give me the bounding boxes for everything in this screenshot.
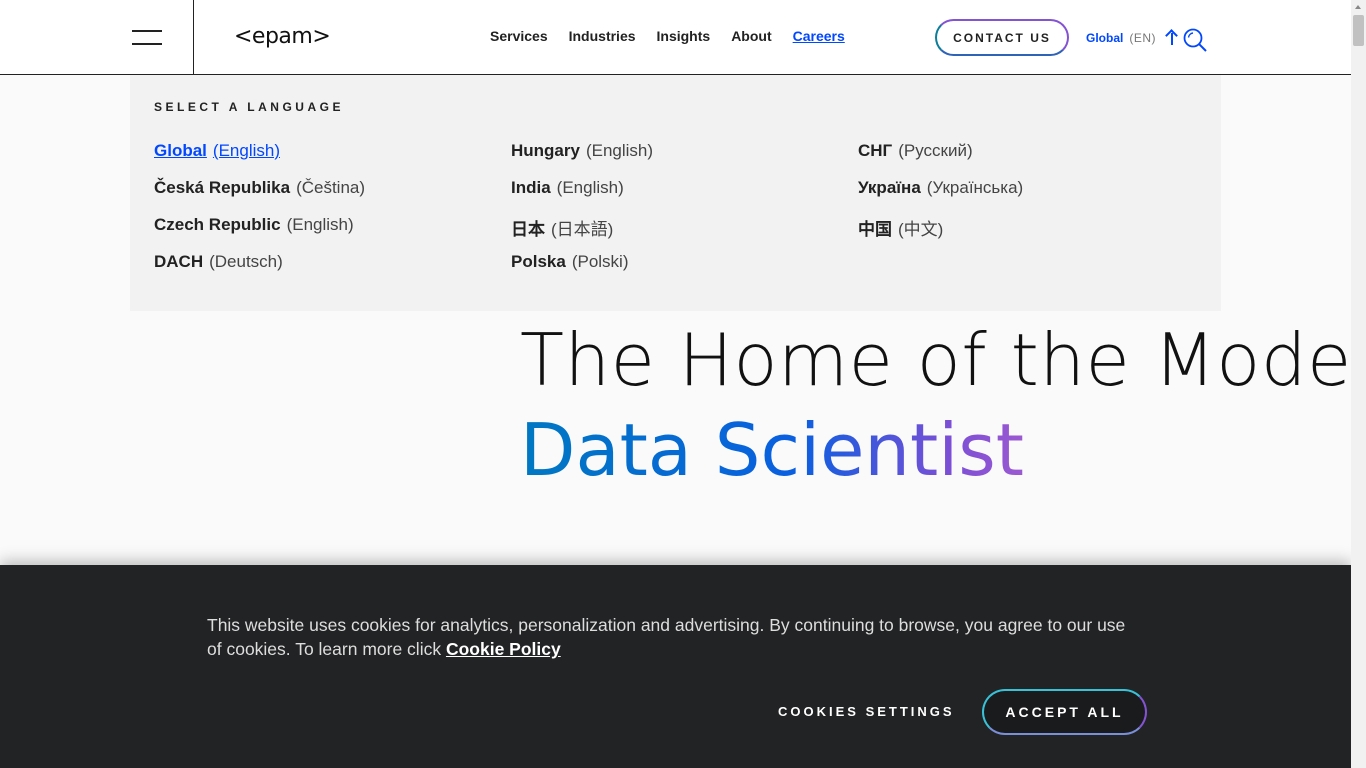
language-name: (English) bbox=[212, 141, 280, 160]
language-name: (English) bbox=[286, 215, 354, 234]
language-country: Česká Republika bbox=[154, 178, 291, 197]
language-country: DACH bbox=[154, 252, 204, 271]
cookie-banner: This website uses cookies for analytics,… bbox=[0, 565, 1351, 768]
language-country: Czech Republic bbox=[154, 215, 281, 234]
language-code-label: (EN) bbox=[1129, 31, 1157, 45]
scrollbar-thumb[interactable] bbox=[1353, 15, 1364, 46]
contact-us-button[interactable]: CONTACT US bbox=[935, 19, 1069, 56]
language-option-dach[interactable]: DACH (Deutsch) bbox=[154, 252, 365, 289]
language-name: (中文) bbox=[898, 220, 944, 239]
main-nav: Services Industries Insights About Caree… bbox=[490, 28, 866, 44]
language-name: (Українська) bbox=[926, 178, 1024, 197]
language-name: (日本語) bbox=[551, 220, 614, 239]
nav-item-about[interactable]: About bbox=[731, 28, 771, 44]
language-name: (Deutsch) bbox=[209, 252, 283, 271]
language-country: СНГ bbox=[858, 141, 893, 160]
language-name: (English) bbox=[585, 141, 654, 160]
language-country: Global bbox=[154, 141, 207, 160]
language-option-japan[interactable]: 日本 (日本語) bbox=[511, 215, 653, 252]
scroll-up-arrow-icon[interactable] bbox=[1355, 5, 1361, 9]
language-option-cis[interactable]: СНГ (Русский) bbox=[858, 141, 1023, 178]
cookie-message: This website uses cookies for analytics,… bbox=[207, 615, 1126, 659]
language-option-global[interactable]: Global (English) bbox=[154, 141, 365, 178]
header-divider bbox=[193, 0, 194, 74]
language-option-china[interactable]: 中国 (中文) bbox=[858, 215, 1023, 252]
cookie-banner-text: This website uses cookies for analytics,… bbox=[207, 613, 1137, 661]
hero-title-line-1: The Home of the Modern bbox=[520, 318, 1366, 402]
language-country: Hungary bbox=[511, 141, 580, 160]
language-name: (Русский) bbox=[898, 141, 973, 160]
accept-all-button[interactable]: ACCEPT ALL bbox=[982, 689, 1147, 735]
arrow-up-icon bbox=[1166, 30, 1178, 46]
language-panel: SELECT A LANGUAGE Global (English) Česká … bbox=[130, 75, 1221, 311]
language-current-label: Global bbox=[1086, 31, 1124, 45]
language-option-india[interactable]: India (English) bbox=[511, 178, 653, 215]
page-scrollbar[interactable] bbox=[1351, 0, 1366, 768]
language-column-3: СНГ (Русский) Україна (Українська) 中国 (中文) bbox=[858, 141, 1023, 252]
hero-title-line-2: Data Scientist bbox=[520, 408, 1024, 492]
language-option-ukraine[interactable]: Україна (Українська) bbox=[858, 178, 1023, 215]
language-column-2: Hungary (English) India (English) 日本 (日本語) … bbox=[511, 141, 653, 289]
language-name: (Čeština) bbox=[296, 178, 366, 197]
nav-item-industries[interactable]: Industries bbox=[569, 28, 636, 44]
epam-logo[interactable]: <epam> bbox=[234, 24, 331, 49]
language-option-polska[interactable]: Polska (Polski) bbox=[511, 252, 653, 289]
nav-item-services[interactable]: Services bbox=[490, 28, 548, 44]
language-country: India bbox=[511, 178, 551, 197]
menu-hamburger-icon[interactable] bbox=[130, 28, 164, 48]
language-option-hungary[interactable]: Hungary (English) bbox=[511, 141, 653, 178]
language-panel-title: SELECT A LANGUAGE bbox=[154, 100, 344, 114]
language-column-1: Global (English) Česká Republika (Čeština)… bbox=[154, 141, 365, 289]
language-option-czech-republic[interactable]: Czech Republic (English) bbox=[154, 215, 365, 252]
language-option-ceska-republika[interactable]: Česká Republika (Čeština) bbox=[154, 178, 365, 215]
language-name: (English) bbox=[556, 178, 624, 197]
cookie-policy-link[interactable]: Cookie Policy bbox=[446, 639, 561, 659]
language-country: Україна bbox=[858, 178, 921, 197]
nav-item-insights[interactable]: Insights bbox=[657, 28, 711, 44]
cookies-settings-button[interactable]: COOKIES SETTINGS bbox=[778, 704, 955, 719]
language-country: 中国 bbox=[858, 220, 892, 239]
language-name: (Polski) bbox=[571, 252, 629, 271]
language-country: 日本 bbox=[511, 220, 545, 239]
search-icon[interactable] bbox=[1182, 27, 1208, 53]
language-country: Polska bbox=[511, 252, 566, 271]
site-header: <epam> Services Industries Insights Abou… bbox=[0, 0, 1351, 75]
nav-item-careers[interactable]: Careers bbox=[793, 28, 845, 44]
language-switcher[interactable]: Global (EN) bbox=[1086, 30, 1178, 46]
